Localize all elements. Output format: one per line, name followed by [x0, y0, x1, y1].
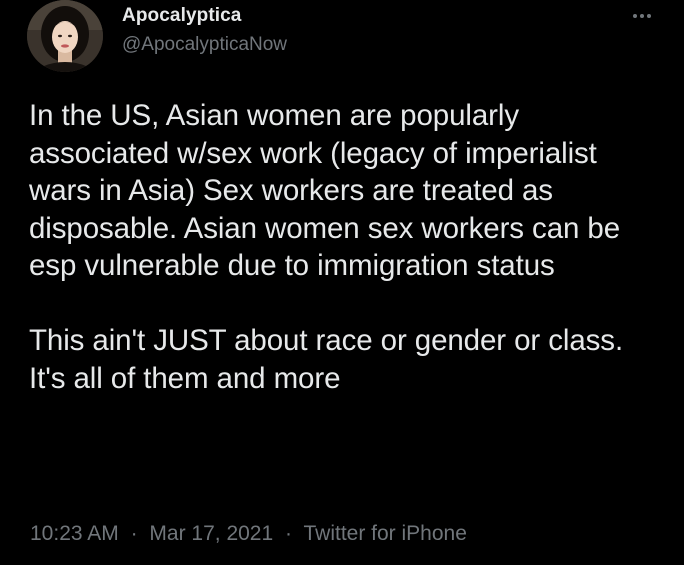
author-block: Apocalyptica @ApocalypticaNow: [122, 4, 287, 58]
tweet-date[interactable]: Mar 17, 2021: [149, 522, 273, 545]
tweet-paragraph: This ain't JUST about race or gender or …: [29, 324, 624, 395]
display-name[interactable]: Apocalyptica: [122, 4, 287, 28]
tweet-metadata: 10:23 AM · Mar 17, 2021 · Twitter for iP…: [30, 520, 467, 548]
more-horizontal-icon: [640, 14, 644, 18]
tweet-paragraph: In the US, Asian women are popularly ass…: [29, 99, 621, 282]
more-options-button[interactable]: [627, 6, 657, 26]
meta-separator: ·: [285, 522, 293, 545]
meta-separator: ·: [130, 522, 138, 545]
more-horizontal-icon: [647, 14, 651, 18]
tweet-card: Apocalyptica @ApocalypticaNow In the US,…: [0, 0, 684, 565]
avatar-photo: [27, 0, 103, 72]
tweet-time[interactable]: 10:23 AM: [30, 522, 119, 545]
more-horizontal-icon: [633, 14, 637, 18]
user-handle[interactable]: @ApocalypticaNow: [122, 32, 287, 58]
tweet-source[interactable]: Twitter for iPhone: [303, 522, 466, 545]
tweet-text: In the US, Asian women are popularly ass…: [29, 97, 659, 397]
avatar[interactable]: [27, 0, 103, 72]
